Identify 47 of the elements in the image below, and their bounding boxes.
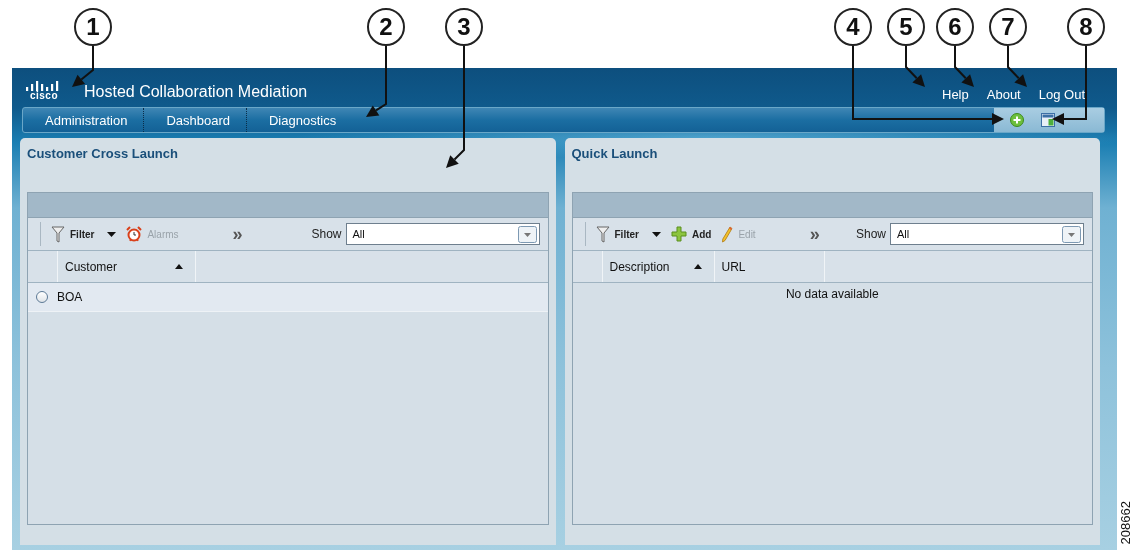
callout-number: 5: [887, 8, 925, 46]
funnel-icon: [595, 225, 610, 243]
callout-number: 4: [834, 8, 872, 46]
column-header[interactable]: URL: [714, 251, 825, 282]
add-circle-icon[interactable]: [1010, 113, 1024, 127]
funnel-icon: [51, 225, 65, 243]
radio-button[interactable]: [36, 291, 48, 303]
caret-icon: [107, 231, 117, 237]
header-link[interactable]: About: [986, 87, 1021, 102]
alarm-clock-icon: [126, 226, 143, 242]
figure-number: 208662: [1118, 500, 1133, 544]
show-label: Show: [855, 227, 886, 241]
leader-line: [366, 45, 387, 117]
app-title: Hosted Collaboration Mediation: [84, 83, 308, 101]
table-row[interactable]: BOA: [28, 283, 548, 312]
leader-line: [72, 45, 94, 87]
show-label: Show: [311, 227, 342, 241]
callout-number: 2: [367, 8, 405, 46]
table-cell: BOA: [57, 290, 83, 304]
caret-icon: [651, 231, 661, 237]
logo-text: cisco: [29, 91, 59, 101]
callout-number: 7: [989, 8, 1027, 46]
toolbar-button[interactable]: Filter: [51, 225, 117, 243]
header-link[interactable]: Help: [942, 87, 969, 102]
callout-number: 6: [936, 8, 974, 46]
callout-number: 1: [74, 8, 112, 46]
empty-message: No data available: [784, 286, 880, 301]
nav-tab[interactable]: Diagnostics: [247, 108, 353, 132]
header-link[interactable]: Log Out: [1038, 87, 1085, 102]
panel-title: Quick Launch: [571, 146, 659, 162]
sort-ascending-icon: [175, 264, 183, 269]
nav-tab[interactable]: Dashboard: [144, 108, 247, 132]
callout-number: 3: [445, 8, 483, 46]
callout-number: 8: [1067, 8, 1105, 46]
more-button[interactable]: »: [809, 223, 820, 245]
panel-title: Customer Cross Launch: [27, 146, 179, 162]
show-dropdown[interactable]: All: [890, 223, 1084, 245]
nav-tab[interactable]: Administration: [23, 108, 145, 132]
show-dropdown[interactable]: All: [345, 223, 540, 245]
layout-icon[interactable]: [1041, 113, 1055, 127]
pencil-icon: [721, 225, 734, 243]
toolbar-button[interactable]: Add: [670, 226, 712, 242]
toolbar-button[interactable]: Filter: [595, 225, 661, 243]
leader-line: [1007, 45, 1027, 87]
sort-ascending-icon: [693, 264, 702, 269]
more-button[interactable]: »: [232, 223, 243, 245]
plus-icon: [670, 226, 687, 242]
